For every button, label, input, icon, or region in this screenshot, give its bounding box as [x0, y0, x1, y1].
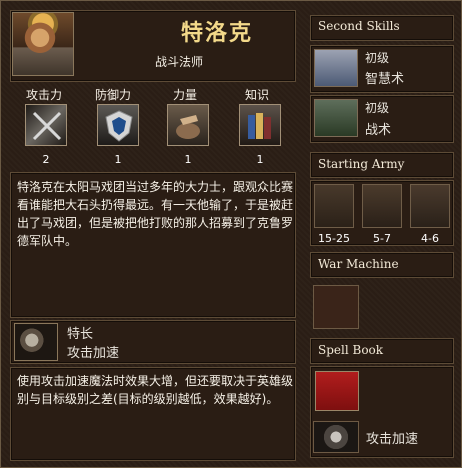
army-count-1: 15-25 — [318, 232, 350, 245]
war-machine-label: War Machine — [318, 257, 399, 271]
shield-icon — [97, 104, 139, 146]
second-skills-label: Second Skills — [318, 19, 400, 33]
stat-value-knowledge: 1 — [256, 153, 264, 166]
hero-name: 特洛克 — [180, 21, 253, 46]
goblin-warrior-icon[interactable] — [314, 184, 354, 228]
spellbook-icon[interactable] — [315, 371, 359, 411]
starting-army-label: Starting Army — [318, 157, 405, 171]
stat-value-defense: 1 — [114, 153, 122, 166]
specialty-title: 特长 — [67, 327, 94, 342]
army-count-3: 4-6 — [421, 232, 439, 245]
stat-label-defense: 防御力 — [95, 88, 132, 102]
specialty-icon — [14, 323, 58, 361]
hero-portrait-icon — [12, 12, 74, 76]
stat-value-power: 1 — [184, 153, 192, 166]
army-count-2: 5-7 — [373, 232, 391, 245]
books-icon — [239, 104, 281, 146]
wolf-rider-icon[interactable] — [362, 184, 402, 228]
stat-label-attack: 攻击力 — [26, 88, 63, 102]
haste-icon — [313, 421, 359, 453]
crossed-swords-icon — [25, 104, 67, 146]
stat-value-attack: 2 — [42, 153, 50, 166]
skill-name-2: 战术 — [365, 123, 392, 138]
banner-icon — [314, 99, 358, 137]
specialty-name: 攻击加速 — [67, 346, 120, 361]
spell-name: 攻击加速 — [366, 432, 419, 447]
scroll-icon — [314, 49, 358, 87]
stat-label-power: 力量 — [173, 88, 198, 102]
skill-level-2: 初级 — [365, 101, 390, 115]
specialty-description: 使用攻击加速魔法时效果大增，但还要取决于英雄级别与目标级别之差(目标的级别越低，… — [17, 374, 294, 406]
skill-level-1: 初级 — [365, 51, 390, 65]
war-machine-slot[interactable] — [313, 285, 359, 329]
hero-class: 战斗法师 — [155, 55, 204, 69]
spell-book-label: Spell Book — [318, 343, 384, 357]
skill-name-1: 智慧术 — [365, 72, 405, 87]
stat-label-knowledge: 知识 — [245, 88, 270, 102]
hero-description: 特洛克在太阳马戏团当过多年的大力士，跟观众比赛看谁能把大石头扔得最远。有一天他输… — [17, 180, 294, 248]
orc-icon[interactable] — [410, 184, 450, 228]
power-rock-icon — [167, 104, 209, 146]
